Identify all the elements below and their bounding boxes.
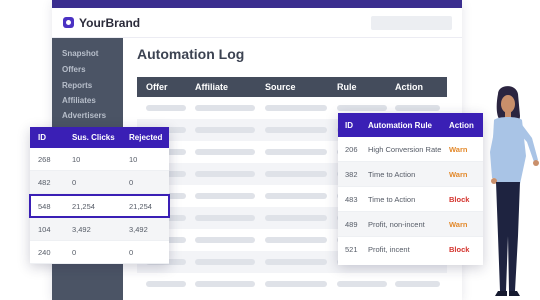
rules-cell-rule: Profit, incent [368, 245, 410, 254]
automation-rules-card: ID Automation Rule Action 206 High Conve… [338, 113, 483, 265]
sidebar-item-offers[interactable]: Offers [62, 65, 86, 74]
top-strip [52, 0, 462, 8]
clicks-cell-rejected: 10 [129, 155, 138, 164]
clicks-header-id[interactable]: ID [38, 133, 46, 142]
clicks-cell-clicks: 10 [72, 155, 81, 164]
clicks-cell-rejected: 3,492 [129, 225, 148, 234]
table-row[interactable]: 104 3,492 3,492 [30, 218, 169, 241]
table-row[interactable]: 482 0 0 [30, 171, 169, 194]
table-row-selected[interactable]: 548 21,254 21,254 [29, 194, 170, 218]
rules-cell-rule: High Conversion Rate [368, 145, 442, 154]
rules-cell-id: 483 [345, 195, 358, 204]
automation-log-header: Offer Affiliate Source Rule Action [137, 77, 447, 97]
rules-cell-id: 489 [345, 220, 358, 229]
rules-cell-rule: Profit, non-incent [368, 220, 425, 229]
rules-cell-rule: Time to Action [368, 170, 416, 179]
sidebar-item-snapshot[interactable]: Snapshot [62, 49, 98, 58]
table-row[interactable]: 382 Time to Action Warn [338, 162, 483, 187]
rules-header-action[interactable]: Action [449, 121, 474, 130]
column-source[interactable]: Source [265, 82, 296, 92]
clicks-cell-rejected: 0 [129, 248, 134, 257]
app-header: YourBrand [52, 8, 462, 38]
rules-cell-action-block: Block [449, 245, 470, 254]
rules-cell-id: 382 [345, 170, 358, 179]
clicks-cell-clicks: 3,492 [72, 225, 91, 234]
clicks-cell-id: 548 [38, 202, 51, 211]
rules-header-id[interactable]: ID [345, 121, 353, 130]
table-row[interactable]: 206 High Conversion Rate Warn [338, 137, 483, 162]
rules-cell-action-warn: Warn [449, 145, 468, 154]
page-title: Automation Log [137, 46, 245, 62]
rules-header-automation-rule[interactable]: Automation Rule [368, 121, 432, 130]
person-illustration [490, 86, 539, 296]
sidebar-item-reports[interactable]: Reports [62, 81, 92, 90]
column-action[interactable]: Action [395, 82, 423, 92]
rules-cell-action-warn: Warn [449, 220, 468, 229]
rules-cell-rule: Time to Action [368, 195, 416, 204]
column-rule[interactable]: Rule [337, 82, 357, 92]
clicks-cell-rejected: 21,254 [129, 202, 152, 211]
column-offer[interactable]: Offer [146, 82, 168, 92]
clicks-cell-clicks: 21,254 [72, 202, 95, 211]
clicks-cell-id: 240 [38, 248, 51, 257]
rules-table-header: ID Automation Rule Action [338, 113, 483, 137]
column-affiliate[interactable]: Affiliate [195, 82, 228, 92]
clicks-cell-rejected: 0 [129, 178, 134, 187]
rules-cell-action-block: Block [449, 195, 470, 204]
brand-name: YourBrand [79, 16, 141, 30]
rules-cell-action-warn: Warn [449, 170, 468, 179]
table-row[interactable]: 268 10 10 [30, 148, 169, 171]
table-row[interactable]: 483 Time to Action Block [338, 187, 483, 212]
table-row[interactable]: 489 Profit, non-incent Warn [338, 212, 483, 237]
clicks-cell-id: 482 [38, 178, 51, 187]
sidebar-item-advertisers[interactable]: Advertisers [62, 111, 106, 120]
clicks-cell-clicks: 0 [72, 178, 77, 187]
table-row[interactable]: 521 Profit, incent Block [338, 237, 483, 262]
suspicious-clicks-card: ID Sus. Clicks Rejected 268 10 10 482 0 … [29, 127, 170, 264]
log-row[interactable] [137, 273, 447, 295]
table-row[interactable]: 240 0 0 [30, 241, 169, 264]
clicks-cell-id: 104 [38, 225, 51, 234]
clicks-table-header: ID Sus. Clicks Rejected [30, 127, 169, 148]
clicks-header-sus-clicks[interactable]: Sus. Clicks [72, 133, 115, 142]
sidebar-item-affiliates[interactable]: Affiliates [62, 96, 96, 105]
brand-logo-icon [63, 17, 74, 28]
rules-cell-id: 521 [345, 245, 358, 254]
clicks-cell-clicks: 0 [72, 248, 77, 257]
clicks-header-rejected[interactable]: Rejected [129, 133, 162, 142]
clicks-cell-id: 268 [38, 155, 51, 164]
header-search-bar[interactable] [371, 16, 452, 30]
rules-cell-id: 206 [345, 145, 358, 154]
